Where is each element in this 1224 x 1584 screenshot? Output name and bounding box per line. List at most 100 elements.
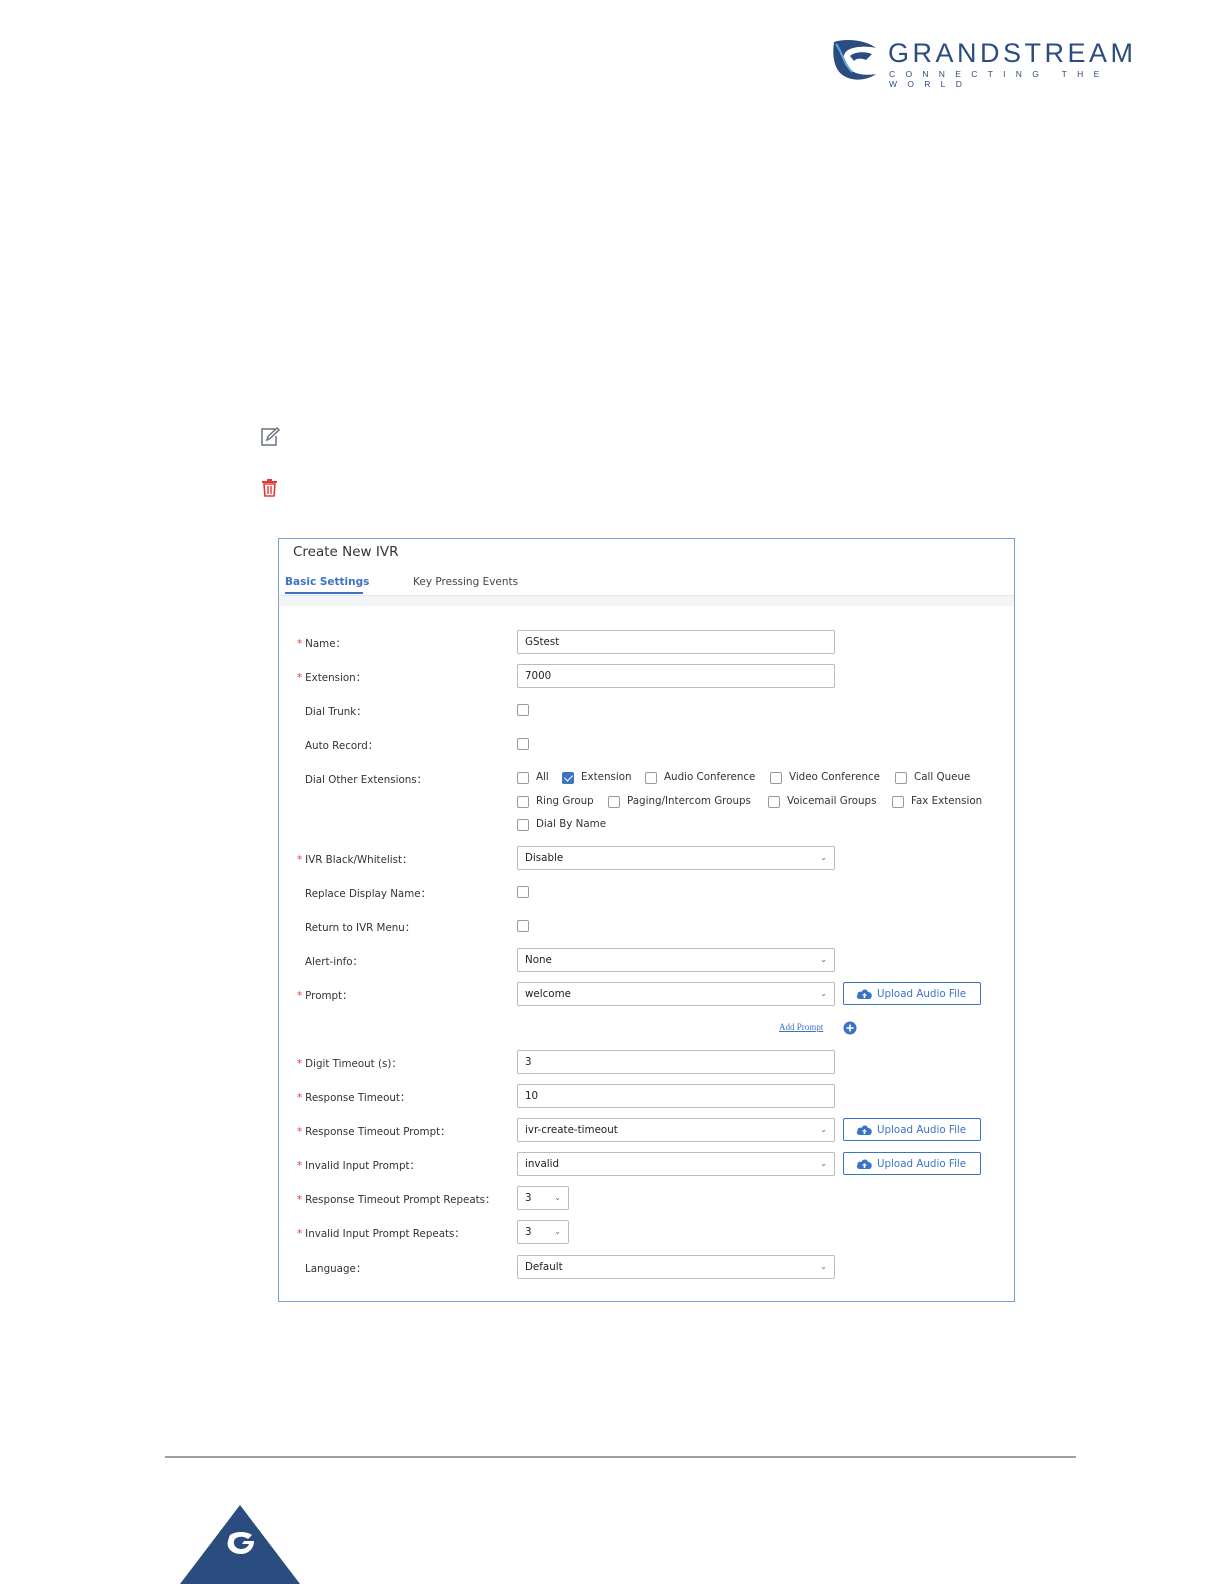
dial-trunk-checkbox[interactable] [517, 704, 529, 716]
active-tab-indicator [285, 592, 363, 594]
return-to-ivr-menu-checkbox[interactable] [517, 920, 529, 932]
required-mark: * [297, 638, 303, 650]
checkbox-video-conference-label: Video Conference [789, 771, 880, 783]
row-dial-trunk: Dial Trunk： [279, 698, 1014, 722]
replace-display-name-checkbox[interactable] [517, 886, 529, 898]
edit-icon [261, 426, 281, 446]
label-extension: * Extension： [297, 672, 367, 684]
invalid-input-prompt-repeats-select[interactable]: 3 ⌄ [517, 1220, 569, 1244]
required-mark: * [297, 854, 303, 866]
alert-info-select[interactable]: None ⌄ [517, 948, 835, 972]
tab-separator [279, 596, 1014, 606]
label-replace-display-name: Replace Display Name： [305, 888, 431, 900]
grandstream-logo: GRANDSTREAM CONNECTING THE WORLD [832, 38, 1162, 89]
checkbox-ring-group-label: Ring Group [536, 795, 594, 807]
row-digit-timeout: * Digit Timeout (s)： 3 [279, 1050, 1014, 1074]
response-timeout-prompt-select[interactable]: ivr-create-timeout ⌄ [517, 1118, 835, 1142]
prompt-select[interactable]: welcome ⌄ [517, 982, 835, 1006]
add-prompt-link[interactable]: Add Prompt [779, 1022, 823, 1032]
trash-icon [262, 479, 277, 497]
label-auto-record: Auto Record： [305, 740, 379, 752]
required-mark: * [297, 990, 303, 1002]
chevron-down-icon: ⌄ [820, 1262, 827, 1271]
checkbox-video-conference[interactable] [770, 772, 782, 784]
label-dial-other-extensions: Dial Other Extensions： [305, 774, 427, 786]
required-mark: * [297, 1160, 303, 1172]
chevron-down-icon: ⌄ [820, 1125, 827, 1134]
checkbox-paging-intercom-groups[interactable] [608, 796, 620, 808]
row-invalid-input-prompt-repeats: * Invalid Input Prompt Repeats： 3 ⌄ [279, 1220, 1014, 1244]
tab-key-pressing-events[interactable]: Key Pressing Events [413, 576, 518, 588]
checkbox-call-queue[interactable] [895, 772, 907, 784]
row-language: Language： Default ⌄ [279, 1255, 1014, 1279]
required-mark: * [297, 1228, 303, 1240]
checkbox-fax-extension[interactable] [892, 796, 904, 808]
chevron-down-icon: ⌄ [554, 1227, 561, 1236]
upload-audio-file-button[interactable]: Upload Audio File [843, 1118, 981, 1141]
label-language: Language： [305, 1263, 367, 1275]
checkbox-all[interactable] [517, 772, 529, 784]
chevron-down-icon: ⌄ [820, 1159, 827, 1168]
name-input[interactable]: GStest [517, 630, 835, 654]
upload-audio-file-button[interactable]: Upload Audio File [843, 982, 981, 1005]
cloud-upload-icon [856, 1125, 872, 1135]
checkbox-dial-by-name[interactable] [517, 819, 529, 831]
row-replace-display-name: Replace Display Name： [279, 880, 1014, 904]
logo-brand: GRANDSTREAM [888, 38, 1137, 68]
label-response-timeout: * Response Timeout： [297, 1092, 411, 1104]
row-return-to-ivr-menu: Return to IVR Menu： [279, 914, 1014, 938]
checkbox-ring-group[interactable] [517, 796, 529, 808]
chevron-down-icon: ⌄ [820, 853, 827, 862]
label-return-to-ivr-menu: Return to IVR Menu： [305, 922, 416, 934]
label-prompt: * Prompt： [297, 990, 353, 1002]
tab-basic-settings[interactable]: Basic Settings [285, 576, 369, 588]
logo-tagline: CONNECTING THE WORLD [889, 69, 1110, 89]
checkbox-paging-intercom-groups-label: Paging/Intercom Groups [627, 795, 751, 807]
upload-audio-file-label: Upload Audio File [877, 1158, 967, 1170]
required-mark: * [297, 1126, 303, 1138]
chevron-down-icon: ⌄ [554, 1193, 561, 1202]
upload-audio-file-label: Upload Audio File [877, 988, 967, 1000]
invalid-input-prompt-select[interactable]: invalid ⌄ [517, 1152, 835, 1176]
checkbox-voicemail-groups[interactable] [768, 796, 780, 808]
row-prompt: * Prompt： welcome ⌄ Upload Audio File [279, 982, 1014, 1006]
checkbox-all-label: All [536, 771, 549, 783]
response-timeout-input[interactable]: 10 [517, 1084, 835, 1108]
grandstream-logo-icon [833, 40, 876, 80]
ivr-blackwhitelist-select[interactable]: Disable ⌄ [517, 846, 835, 870]
checkbox-voicemail-groups-label: Voicemail Groups [787, 795, 877, 807]
response-timeout-prompt-repeats-select[interactable]: 3 ⌄ [517, 1186, 569, 1210]
extension-input[interactable]: 7000 [517, 664, 835, 688]
auto-record-checkbox[interactable] [517, 738, 529, 750]
checkbox-extension[interactable] [562, 772, 574, 784]
label-response-timeout-prompt: * Response Timeout Prompt： [297, 1126, 451, 1138]
create-ivr-dialog: Create New IVR Basic Settings Key Pressi… [278, 538, 1015, 1302]
chevron-down-icon: ⌄ [820, 955, 827, 964]
required-mark: * [297, 672, 303, 684]
row-auto-record: Auto Record： [279, 732, 1014, 756]
required-mark: * [297, 1194, 303, 1206]
label-digit-timeout: * Digit Timeout (s)： [297, 1058, 402, 1070]
label-response-timeout-prompt-repeats: * Response Timeout Prompt Repeats： [297, 1194, 496, 1206]
checkbox-audio-conference[interactable] [645, 772, 657, 784]
row-ivr-blackwhitelist: * IVR Black/Whitelist： Disable ⌄ [279, 846, 1014, 870]
cloud-upload-icon [856, 989, 872, 999]
language-select[interactable]: Default ⌄ [517, 1255, 835, 1279]
row-response-timeout-prompt: * Response Timeout Prompt： ivr-create-tim… [279, 1118, 1014, 1142]
checkbox-audio-conference-label: Audio Conference [664, 771, 756, 783]
label-ivr-blackwhitelist: * IVR Black/Whitelist： [297, 854, 413, 866]
checkbox-call-queue-label: Call Queue [914, 771, 971, 783]
row-response-timeout: * Response Timeout： 10 [279, 1084, 1014, 1108]
checkbox-dial-by-name-label: Dial By Name [536, 818, 607, 830]
row-dial-other-extensions: Dial Other Extensions： All Extension Aud… [279, 766, 1014, 838]
footer-divider [165, 1456, 1076, 1458]
row-name: * Name： GStest [279, 630, 1014, 654]
add-circle-icon[interactable] [843, 1021, 857, 1035]
required-mark: * [297, 1092, 303, 1104]
grandstream-footer-logo-icon [180, 1505, 300, 1584]
tab-bar: Basic Settings Key Pressing Events [279, 570, 1014, 596]
digit-timeout-input[interactable]: 3 [517, 1050, 835, 1074]
upload-audio-file-button[interactable]: Upload Audio File [843, 1152, 981, 1175]
row-alert-info: Alert-info： None ⌄ [279, 948, 1014, 972]
row-extension: * Extension： 7000 [279, 664, 1014, 688]
